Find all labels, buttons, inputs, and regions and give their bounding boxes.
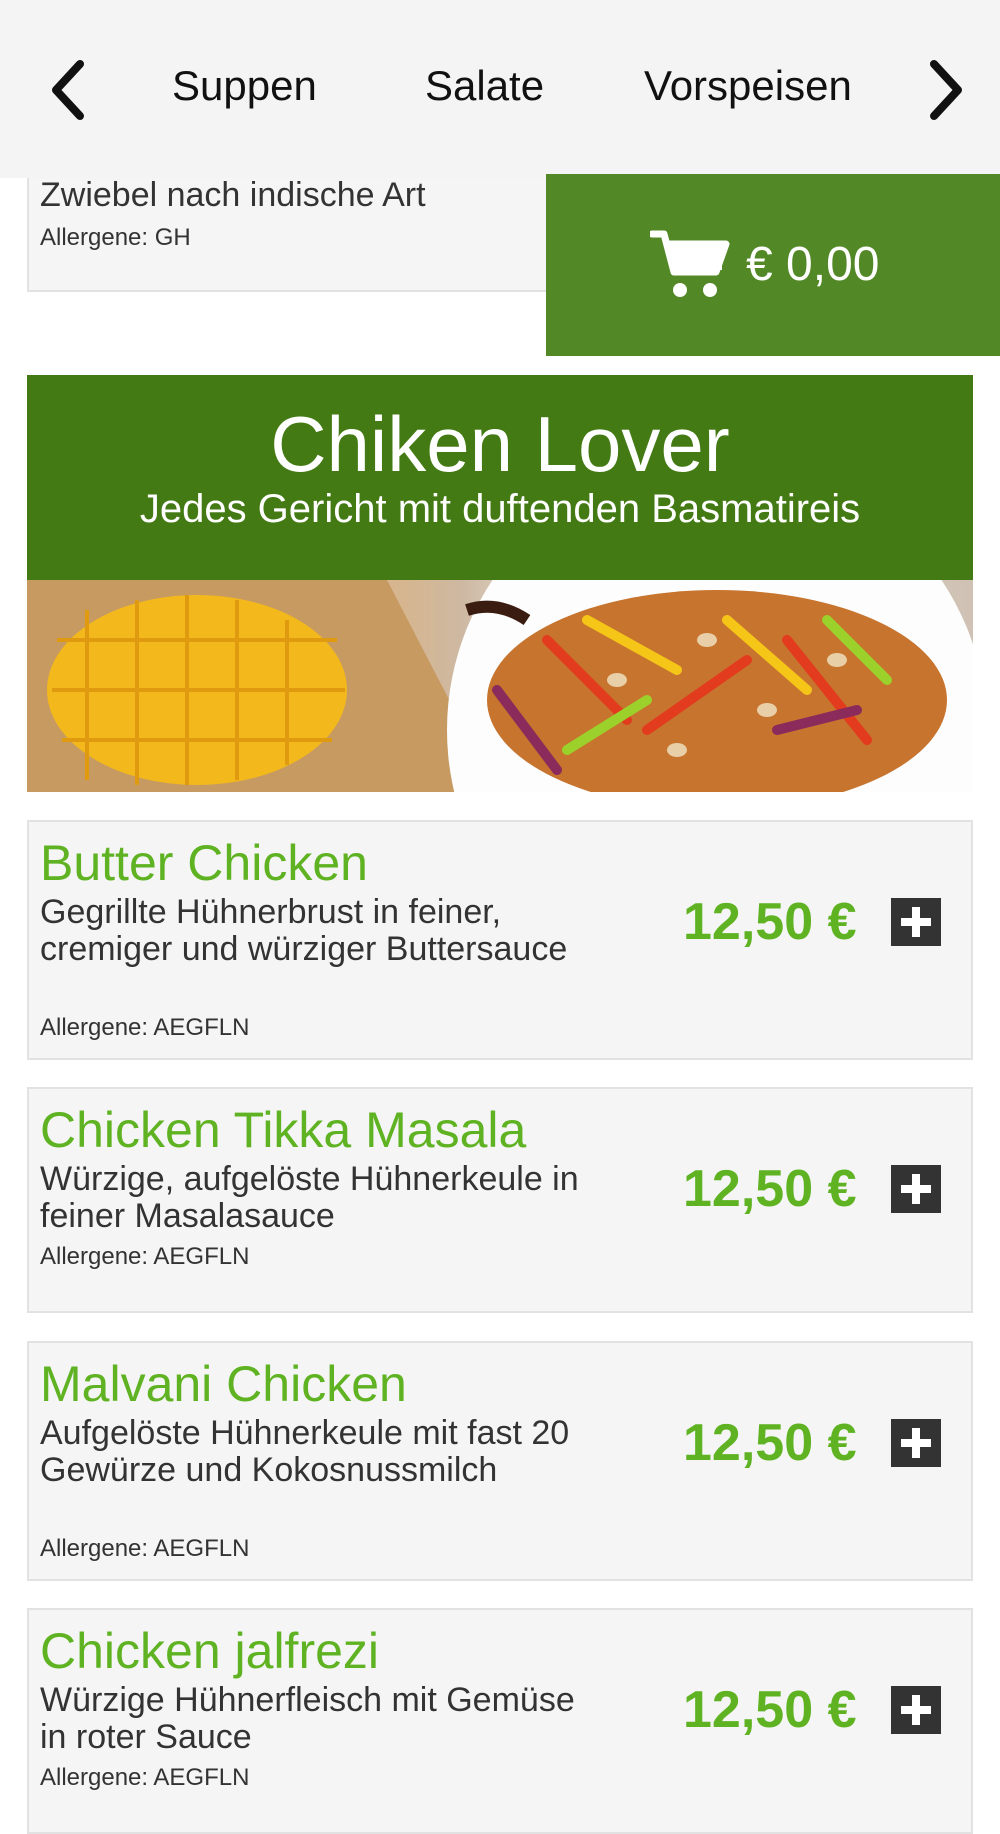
chevron-right-icon[interactable] <box>924 58 968 122</box>
add-to-cart-button[interactable] <box>891 898 941 946</box>
item-description: Würzige, aufgelöste Hühnerkeule in feine… <box>40 1160 579 1235</box>
item-name: Malvani Chicken <box>40 1356 407 1412</box>
add-to-cart-button[interactable] <box>891 1165 941 1213</box>
tab-salate[interactable]: Salate <box>425 58 544 114</box>
menu-item: Chicken jalfrezi Würzige Hühnerfleisch m… <box>27 1608 973 1834</box>
item-allergens: Allergene: GH <box>40 224 191 251</box>
item-allergens: Allergene: AEGFLN <box>40 1535 250 1562</box>
category-nav: Suppen Salate Vorspeisen <box>0 0 1000 178</box>
tab-vorspeisen[interactable]: Vorspeisen <box>644 58 852 114</box>
shopping-cart-icon <box>648 228 730 302</box>
cart-button[interactable]: € 0,00 <box>546 174 1000 356</box>
section-subtitle: Jedes Gericht mit duftenden Basmatireis <box>139 487 861 531</box>
item-name: Chicken jalfrezi <box>40 1623 380 1679</box>
section-image <box>27 580 973 792</box>
chevron-left-icon[interactable] <box>46 58 90 122</box>
menu-item: Malvani Chicken Aufgelöste Hühnerkeule m… <box>27 1341 973 1581</box>
item-description: Aufgelöste Hühnerkeule mit fast 20 Gewür… <box>40 1414 570 1489</box>
section-header: Chiken Lover Jedes Gericht mit duftenden… <box>27 375 973 580</box>
item-price: 12,50 € <box>683 1414 857 1472</box>
add-to-cart-button[interactable] <box>891 1686 941 1734</box>
item-description: Würzige Hühnerfleisch mit Gemüse in rote… <box>40 1681 575 1756</box>
item-allergens: Allergene: AEGFLN <box>40 1014 250 1041</box>
item-description: Zwiebel nach indische Art <box>40 176 426 214</box>
add-to-cart-button[interactable] <box>891 1419 941 1467</box>
menu-item: Butter Chicken Gegrillte Hühnerbrust in … <box>27 820 973 1060</box>
cart-total: € 0,00 <box>746 238 880 291</box>
tab-suppen[interactable]: Suppen <box>172 58 317 114</box>
item-price: 12,50 € <box>683 893 857 951</box>
section-title: Chiken Lover <box>270 400 730 488</box>
item-name: Chicken Tikka Masala <box>40 1102 527 1158</box>
item-allergens: Allergene: AEGFLN <box>40 1243 250 1270</box>
item-price: 12,50 € <box>683 1160 857 1218</box>
item-allergens: Allergene: AEGFLN <box>40 1764 250 1791</box>
item-price: 12,50 € <box>683 1681 857 1739</box>
item-description: Gegrillte Hühnerbrust in feiner, cremige… <box>40 893 568 968</box>
menu-item: Chicken Tikka Masala Würzige, aufgelöste… <box>27 1087 973 1313</box>
item-name: Butter Chicken <box>40 835 368 891</box>
